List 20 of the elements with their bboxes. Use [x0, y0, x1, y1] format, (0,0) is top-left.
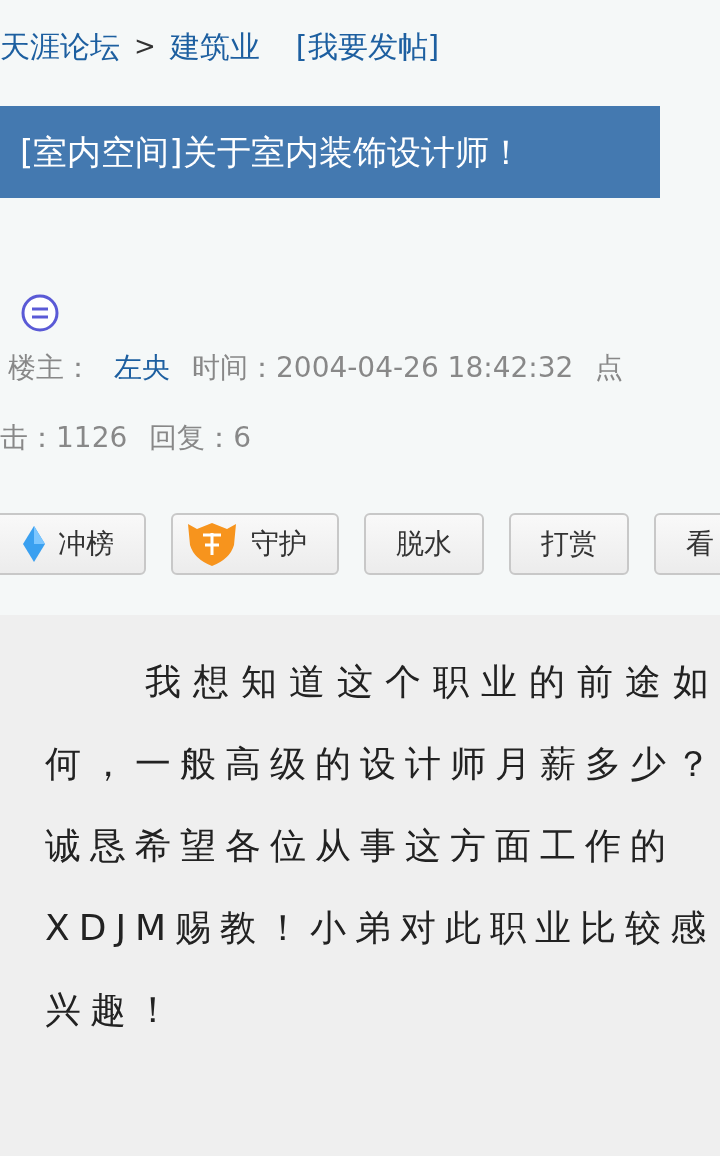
- post-meta: 回复：6: [149, 420, 252, 456]
- new-post-link[interactable]: [我要发帖]: [295, 23, 440, 69]
- emoticon-icon: [20, 293, 60, 333]
- action-button[interactable]: 打赏: [509, 513, 629, 575]
- action-button[interactable]: 守护: [171, 513, 339, 575]
- post-body: 我想知道这个职业的前途如 何，一般高级的设计师月薪多少？ 诚恳希望各位从事这方面工作的 XDJM赐教！小弟对此职业比较感 兴趣！: [45, 660, 720, 1032]
- action-button[interactable]: 脱水: [364, 513, 484, 575]
- post-title: [室内空间]关于室内装饰设计师！: [0, 106, 660, 198]
- diamond-icon: [22, 525, 46, 563]
- action-button[interactable]: 冲榜: [0, 513, 146, 575]
- action-button[interactable]: 看: [654, 513, 720, 575]
- post-meta: 点: [595, 350, 624, 386]
- post-meta: 时间：2004-04-26 18:42:32: [192, 350, 574, 386]
- post-meta: 击：1126: [0, 420, 128, 456]
- breadcrumb-link[interactable]: 天涯论坛: [0, 23, 120, 69]
- breadcrumb-link[interactable]: 建筑业: [169, 23, 260, 69]
- breadcrumb-separator: >: [134, 29, 156, 63]
- shield-icon: [185, 521, 239, 567]
- post-meta: 楼主：: [8, 350, 92, 386]
- author-link[interactable]: 左央: [114, 347, 170, 389]
